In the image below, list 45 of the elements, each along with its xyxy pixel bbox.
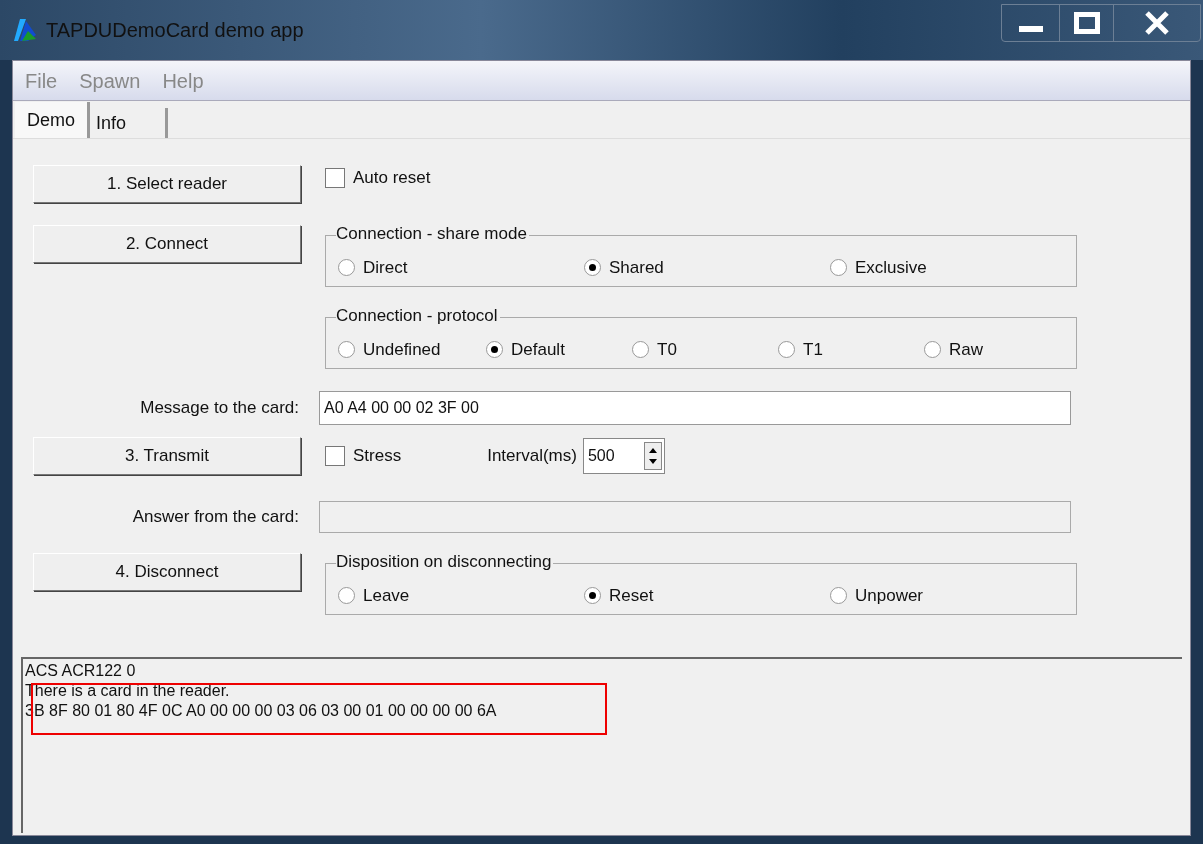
radio-button[interactable] — [338, 586, 355, 604]
radio-button[interactable] — [924, 340, 941, 358]
command-button[interactable]: 3. Transmit — [33, 437, 301, 475]
minimize-icon — [1018, 26, 1043, 32]
radio-button[interactable] — [830, 258, 847, 276]
command-button[interactable]: 4. Disconnect — [33, 553, 301, 591]
field-label: Message to the card: — [139, 397, 300, 420]
radio-button[interactable] — [338, 340, 355, 358]
radio-button[interactable] — [584, 586, 601, 604]
radio-button[interactable] — [486, 340, 503, 358]
log-line: ACS ACR122 0 — [25, 661, 137, 681]
radio-label: Direct — [363, 256, 408, 279]
radio-button[interactable] — [584, 258, 601, 276]
command-button[interactable]: 1. Select reader — [33, 165, 301, 203]
checkbox[interactable] — [325, 167, 345, 188]
radio-label: T1 — [803, 338, 823, 361]
command-button[interactable]: 2. Connect — [33, 225, 301, 263]
checkbox[interactable] — [325, 446, 345, 466]
radio-label: Undefined — [363, 338, 441, 361]
spin-arrows-icon — [643, 442, 662, 470]
radio-label: Raw — [949, 338, 983, 361]
interval-spinner[interactable]: 500 — [582, 438, 665, 474]
checkbox-label: Stress — [353, 445, 402, 468]
radio-label: Unpower — [855, 584, 924, 607]
radio-button[interactable] — [338, 258, 355, 276]
radio-button[interactable] — [778, 340, 795, 358]
radio-label: Shared — [609, 256, 664, 279]
radio-label: Leave — [363, 584, 410, 607]
field-label: Answer from the card: — [131, 506, 300, 529]
interval-label: Interval(ms) — [487, 445, 577, 468]
maximize-icon — [1073, 12, 1100, 34]
radio-button[interactable] — [830, 586, 847, 604]
spinner-value: 500 — [587, 446, 615, 466]
radio-label: Default — [511, 338, 565, 361]
app-icon — [12, 17, 38, 43]
answer-field[interactable] — [319, 501, 1071, 533]
checkbox-label: Auto reset — [353, 167, 431, 189]
radio-label: Reset — [609, 584, 654, 607]
radio-label: Exclusive — [855, 256, 927, 279]
radio-button[interactable] — [632, 340, 649, 358]
radio-label: T0 — [657, 338, 677, 361]
window-title: TAPDUDemoCard demo app — [46, 18, 304, 43]
close-icon — [1144, 11, 1170, 35]
message-field[interactable]: A0 A4 00 00 02 3F 00 — [319, 391, 1071, 425]
tab[interactable]: Demo — [15, 102, 90, 138]
